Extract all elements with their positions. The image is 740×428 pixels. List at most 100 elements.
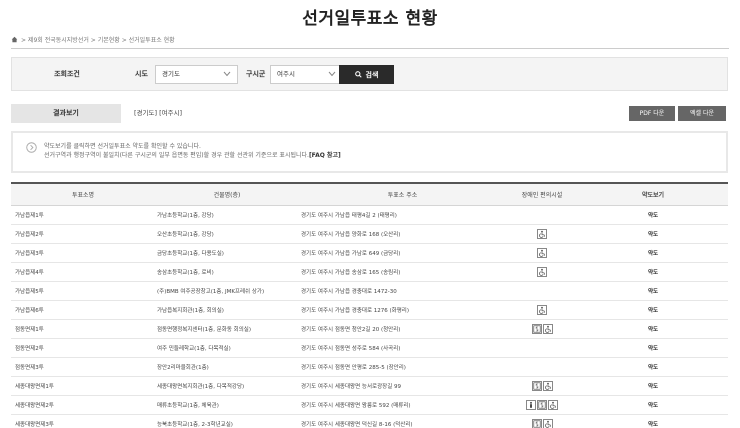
map-link[interactable]: 약도 [578, 287, 728, 295]
result-label: 결과보기 [11, 104, 121, 123]
pdf-download-button[interactable]: PDF 다운 [629, 106, 675, 121]
table-row: 가남읍제3투 금당초등학교(1층, 다용도실) 경기도 여주시 가남읍 가남로 64… [11, 244, 728, 263]
notice-line-2: 선거구역과 행정구역이 불일치(다른 구시군의 일부 읍면동 편입)할 경우 관… [44, 152, 309, 159]
map-link[interactable]: 약도 [578, 268, 728, 276]
search-button[interactable]: 검색 [339, 65, 394, 84]
sigungu-label: 구시군 [246, 70, 266, 78]
chevron-right-circle-icon [26, 142, 37, 153]
building-name: 오산초등학교(1층, 강당) [157, 232, 214, 238]
header-building: 건물명(층) [213, 192, 241, 199]
map-link[interactable]: 약도 [578, 249, 728, 257]
table-row: 가남읍제1투 가남초등학교(1층, 강당) 경기도 여주시 가남읍 태평4길 2 (… [11, 206, 728, 225]
notice-text: 약도보기를 클릭하면 선거일투표소 약도를 확인할 수 있습니다. 선거구역과 … [44, 142, 341, 160]
facilities-cell [506, 212, 578, 218]
station-address: 경기도 여주시 가남읍 태평4길 2 (태평리) [301, 213, 397, 219]
station-address: 경기도 여주시 가남읍 경충대로 1472-30 [301, 289, 397, 295]
facilities-cell [506, 305, 578, 315]
table-row: 가남읍제6투 가남읍복지회관(1층, 회의실) 경기도 여주시 가남읍 경충대로 1… [11, 301, 728, 320]
breadcrumb-path: > 제9회 전국동시지방선거 > 기본현황 > 선거일투표소 현황 [21, 37, 175, 44]
page-title: 선거일투표소 현황 [302, 9, 438, 29]
breadcrumb: > 제9회 전국동시지방선거 > 기본현황 > 선거일투표소 현황 [11, 35, 175, 44]
search-button-label: 검색 [365, 70, 379, 79]
station-name: 가남읍제1투 [15, 213, 44, 219]
chevron-down-icon [328, 71, 336, 77]
map-link[interactable]: 약도 [578, 401, 728, 409]
table-row: 세종대왕면제1투 세종대왕면복지회관(1층, 다목적강당) 경기도 여주시 세종대왕… [11, 377, 728, 396]
building-name: 세종대왕면복지회관(1층, 다목적강당) [157, 384, 245, 390]
station-name: 가남읍제2투 [15, 232, 44, 238]
header-map: 약도보기 [641, 192, 665, 199]
building-name: 여주 민들레학교(1층, 다목적실) [157, 346, 231, 352]
header-facilities: 장애인 편의시설 [521, 192, 563, 199]
facilities-cell [506, 400, 578, 410]
polling-station-table: 투표소명 건물명(층) 투표소 주소 장애인 편의시설 약도보기 가남읍제1투 가… [11, 182, 728, 428]
building-name: 능북초등학교(1층, 2-3학년교실) [157, 422, 233, 428]
map-link[interactable]: 약도 [578, 306, 728, 314]
divider [11, 48, 729, 49]
facilities-cell [506, 288, 578, 294]
sigungu-select-value: 여주시 [277, 70, 295, 78]
station-address: 경기도 여주시 가남읍 경충대로 1276 (화평리) [301, 308, 409, 314]
table-row: 가남읍제5투 (주)BMB 여주공장창고(1층, JMK프레쉬 상가) 경기도 여주… [11, 282, 728, 301]
table-row: 점동면제2투 여주 민들레학교(1층, 다목적실) 경기도 여주시 점동면 성주로 … [11, 339, 728, 358]
facilities-cell [506, 324, 578, 334]
wheelchair-icon [542, 381, 553, 391]
building-name: 가남읍복지회관(1층, 회의실) [157, 308, 224, 314]
facilities-cell [506, 229, 578, 239]
building-name: 점동면행정복지센터(1층, 문화동 회의실) [157, 327, 251, 333]
elevator-icon [537, 400, 547, 410]
table-row: 세종대왕면제2투 매류초등학교(1층, 체육관) 경기도 여주시 세종대왕면 왕릉로… [11, 396, 728, 415]
chevron-down-icon [223, 71, 231, 77]
table-row: 세종대왕면제3투 능북초등학교(1층, 2-3학년교실) 경기도 여주시 세종대왕면… [11, 415, 728, 428]
map-link[interactable]: 약도 [578, 344, 728, 352]
sigungu-select[interactable]: 여주시 [270, 65, 343, 84]
facilities-cell [506, 381, 578, 391]
map-link[interactable]: 약도 [578, 211, 728, 219]
search-panel-label: 조회조건 [54, 70, 80, 78]
notice-line-1: 약도보기를 클릭하면 선거일투표소 약도를 확인할 수 있습니다. [44, 143, 201, 150]
station-name: 세종대왕면제2투 [15, 403, 54, 409]
sido-select[interactable]: 경기도 [155, 65, 238, 84]
elevator-icon [531, 419, 542, 428]
station-name: 가남읍제3투 [15, 251, 44, 257]
facilities-cell [506, 267, 578, 277]
faq-link[interactable]: [FAQ 참고] [309, 152, 341, 159]
table-row: 가남읍제4투 송삼초등학교(1층, 로비) 경기도 여주시 가남읍 송삼로 165 … [11, 263, 728, 282]
map-link[interactable]: 약도 [578, 230, 728, 238]
building-name: 금당초등학교(1층, 다용도실) [157, 251, 224, 257]
station-address: 경기도 여주시 점동면 성주로 584 (사곡리) [301, 346, 401, 352]
map-link[interactable]: 약도 [578, 420, 728, 428]
map-link[interactable]: 약도 [578, 382, 728, 390]
sido-select-value: 경기도 [162, 70, 180, 78]
result-condition: [경기도] [여주시] [134, 109, 183, 117]
building-name: 매류초등학교(1층, 체육관) [157, 403, 219, 409]
wheelchair-icon [537, 305, 547, 315]
station-address: 경기도 여주시 세종대왕면 능서로광장길 99 [301, 384, 402, 390]
station-name: 세종대왕면제3투 [15, 422, 54, 428]
wheelchair-icon [537, 229, 547, 239]
station-address: 경기도 여주시 세종대왕면 왕릉로 592 (매류리) [301, 403, 411, 409]
search-icon [354, 71, 362, 78]
table-header-row: 투표소명 건물명(층) 투표소 주소 장애인 편의시설 약도보기 [11, 184, 728, 206]
person-icon [526, 400, 536, 410]
elevator-icon [531, 324, 542, 334]
home-icon[interactable] [11, 36, 18, 43]
station-address: 경기도 여주시 가남읍 가남로 649 (금당리) [301, 251, 401, 257]
wheelchair-icon [537, 267, 547, 277]
wheelchair-icon [542, 324, 553, 334]
map-link[interactable]: 약도 [578, 363, 728, 371]
result-bar: 결과보기 [경기도] [여주시] PDF 다운 엑셀 다운 [11, 104, 728, 123]
facilities-cell [506, 248, 578, 258]
station-address: 경기도 여주시 점동면 안평로 285-5 (장안리) [301, 365, 406, 371]
excel-download-button[interactable]: 엑셀 다운 [678, 106, 726, 121]
station-address: 경기도 여주시 세종대왕면 덕신길 8-16 (덕산리) [301, 422, 413, 428]
station-name: 점동면제1투 [15, 327, 44, 333]
station-name: 세종대왕면제1투 [15, 384, 54, 390]
map-link[interactable]: 약도 [578, 325, 728, 333]
station-address: 경기도 여주시 가남읍 양화로 168 (오산리) [301, 232, 401, 238]
wheelchair-icon [548, 400, 558, 410]
station-name: 가남읍제4투 [15, 270, 44, 276]
table-row: 점동면제3투 장안2리마을회관(1층) 경기도 여주시 점동면 안평로 285-5 … [11, 358, 728, 377]
station-name: 점동면제3투 [15, 365, 44, 371]
station-name: 가남읍제6투 [15, 308, 44, 314]
